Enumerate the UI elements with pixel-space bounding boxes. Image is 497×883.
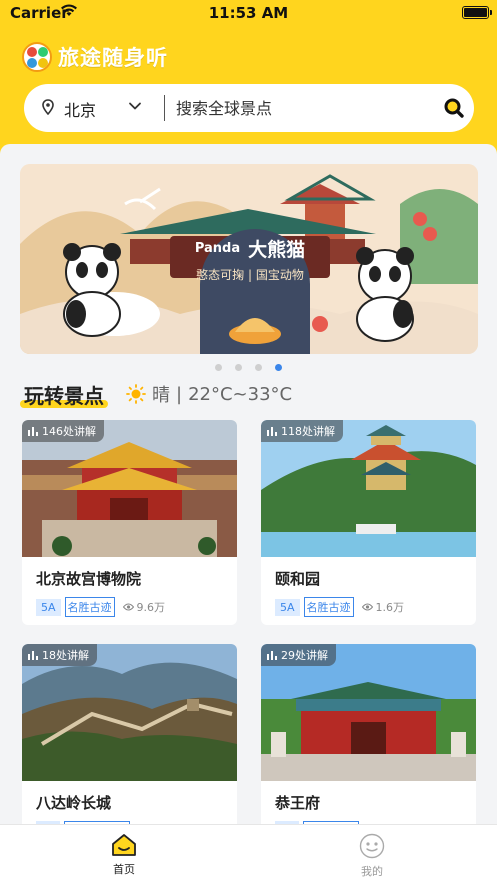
level-tag: 5A — [275, 598, 300, 616]
tab-mine-label: 我的 — [361, 865, 383, 878]
home-icon — [112, 834, 136, 856]
chevron-down-icon[interactable] — [128, 99, 142, 113]
category-tag: 名胜古迹 — [303, 597, 354, 617]
tab-mine[interactable]: 我的 — [332, 833, 412, 879]
clock: 11:53 AM — [208, 4, 289, 22]
guide-count-badge: 146处讲解 — [22, 420, 104, 442]
audio-bars-icon — [28, 427, 38, 436]
banner-subtitle: 憨态可掬 | 国宝动物 — [196, 268, 304, 282]
status-bar: Carrier 11:53 AM — [0, 0, 497, 28]
level-tag: 5A — [36, 598, 61, 616]
guide-count-badge: 118处讲解 — [261, 420, 343, 442]
banner-title-row: Panda 大熊猫 — [180, 236, 320, 261]
tab-bar: 首页 我的 — [0, 824, 497, 883]
view-count: 1.6万 — [361, 599, 405, 615]
spot-name: 颐和园 — [275, 570, 321, 588]
spot-tags: 5A 名胜古迹 9.6万 — [36, 597, 165, 617]
header: Carrier 11:53 AM 旅途随身听 北京 — [0, 0, 497, 160]
weather-separator: | — [176, 383, 183, 405]
app-title-row: 旅途随身听 — [22, 42, 168, 72]
view-count-label: 1.6万 — [375, 601, 405, 614]
tab-home-label: 首页 — [113, 863, 135, 876]
app-logo-icon — [22, 42, 52, 72]
section-header: 玩转景点 晴 | 22°C~33°C — [20, 378, 292, 410]
location-pin-icon — [42, 99, 54, 115]
guide-count-label: 29处讲解 — [281, 649, 328, 662]
search-divider — [164, 95, 165, 121]
guide-count-badge: 29处讲解 — [261, 644, 336, 666]
audio-bars-icon — [28, 651, 38, 660]
promo-banner[interactable]: Panda 大熊猫 憨态可掬 | 国宝动物 — [20, 164, 478, 354]
section-title: 玩转景点 — [20, 380, 108, 409]
weather-info: 晴 | 22°C~33°C — [126, 381, 292, 407]
eye-icon — [122, 603, 134, 611]
weather-condition: 晴 — [152, 385, 170, 406]
audio-bars-icon — [267, 651, 277, 660]
guide-count-label: 18处讲解 — [42, 649, 89, 662]
main-content: Panda 大熊猫 憨态可掬 | 国宝动物 玩转景点 晴 | 22°C~33°C… — [0, 144, 497, 824]
guide-count-badge: 18处讲解 — [22, 644, 97, 666]
spot-card[interactable]: 18处讲解 八达岭长城 — [22, 644, 237, 824]
banner-brand: Panda — [194, 240, 241, 256]
battery-icon — [462, 6, 492, 19]
category-tag: 名胜古迹 — [64, 597, 115, 617]
search-bar: 北京 — [24, 84, 474, 132]
spot-name: 北京故宫博物院 — [36, 570, 142, 588]
banner-pagination — [0, 364, 497, 374]
pagination-dot[interactable] — [255, 364, 262, 371]
city-selector[interactable]: 北京 — [64, 97, 96, 121]
spot-card[interactable]: 29处讲解 恭王府 — [261, 644, 476, 824]
app-title: 旅途随身听 — [58, 46, 168, 70]
guide-count-label: 146处讲解 — [42, 425, 96, 438]
spot-name: 八达岭长城 — [36, 794, 112, 812]
tab-home[interactable]: 首页 — [84, 833, 164, 877]
view-count-label: 9.6万 — [136, 601, 166, 614]
eye-icon — [361, 603, 373, 611]
sun-icon — [126, 384, 146, 404]
guide-count-label: 118处讲解 — [281, 425, 335, 438]
audio-bars-icon — [267, 427, 277, 436]
spot-tags: 5A 名胜古迹 1.6万 — [275, 597, 404, 617]
profile-icon — [359, 833, 385, 859]
weather-temperature: 22°C~33°C — [188, 383, 293, 405]
search-icon[interactable] — [443, 97, 465, 119]
spot-card[interactable]: 146处讲解 北京故宫博物院 5A 名胜古迹 9.6万 — [22, 420, 237, 625]
spot-card[interactable]: 118处讲解 颐和园 5A 名胜古迹 1.6万 — [261, 420, 476, 625]
view-count: 9.6万 — [122, 599, 166, 615]
pagination-dot[interactable] — [235, 364, 242, 371]
spot-name: 恭王府 — [275, 794, 321, 812]
search-input[interactable] — [176, 94, 416, 122]
pagination-dot[interactable] — [215, 364, 222, 371]
pagination-dot-active[interactable] — [275, 364, 282, 371]
banner-title: 大熊猫 — [248, 238, 306, 261]
